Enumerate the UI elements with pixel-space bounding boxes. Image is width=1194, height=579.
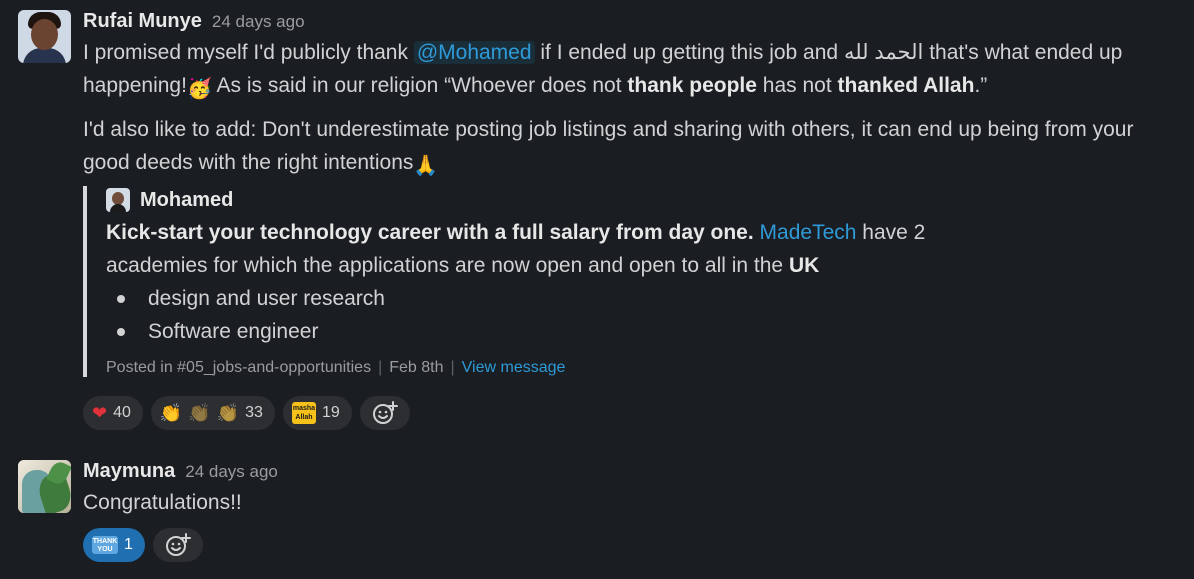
message-body: Maymuna 24 days ago Congratulations!! TH… [83, 460, 1174, 562]
bold-text: UK [788, 254, 820, 277]
text-segment: I'd also like to add: Don't underestimat… [83, 118, 1134, 174]
bold-text: Kick-start your technology career with a… [106, 221, 754, 244]
avatar[interactable] [106, 188, 130, 212]
message-header: Rufai Munye 24 days ago [83, 10, 1174, 36]
clapping-hands-emoji: 👏 [216, 403, 240, 423]
reaction-count: 33 [245, 404, 263, 421]
view-message-link[interactable]: View message [462, 359, 566, 376]
message-text-2: I'd also like to add: Don't underestimat… [83, 113, 1174, 179]
text-segment: As is said in our religion “Whoever does… [216, 74, 622, 97]
text-segment: if I ended up getting this job and [540, 41, 839, 64]
clapping-hands-emoji: 👏 [159, 403, 183, 423]
author-name[interactable]: Maymuna [83, 460, 175, 483]
message-maymuna: Maymuna 24 days ago Congratulations!! TH… [18, 460, 1174, 562]
message-body: Rufai Munye 24 days ago I promised mysel… [83, 10, 1174, 430]
avatar[interactable] [18, 10, 71, 63]
divider: | [450, 359, 455, 376]
message-header: Maymuna 24 days ago [83, 460, 1174, 486]
author-name[interactable]: Rufai Munye [83, 10, 202, 33]
shared-author-name[interactable]: Mohamed [140, 189, 233, 212]
reactions-bar: ❤ 40 👏 👏 👏 33 masha Allah 19 [83, 396, 1174, 430]
message-rufai: Rufai Munye 24 days ago I promised mysel… [18, 10, 1174, 430]
bold-text: thanked Allah [837, 74, 975, 97]
message-text: Congratulations!! [83, 491, 242, 514]
text-segment: has not [762, 74, 832, 97]
add-emoji-icon [165, 533, 191, 556]
text-segment: .” [974, 74, 988, 97]
avatar[interactable] [18, 460, 71, 513]
bold-text: thank people [627, 74, 757, 97]
clapping-hands-emoji: 👏 [188, 403, 211, 423]
heart-emoji: ❤ [92, 403, 108, 423]
add-reaction-button[interactable] [152, 528, 203, 562]
reaction-count: 40 [113, 404, 131, 421]
reaction-masha-allah[interactable]: masha Allah 19 [282, 396, 352, 430]
shared-message-meta: Posted in #05_jobs-and-opportunities | Feb… [106, 359, 1174, 377]
reaction-count: 1 [124, 536, 133, 553]
user-mention[interactable]: @Mohamed [413, 41, 535, 64]
message-text: I promised myself I'd publicly thank @Mo… [83, 36, 1174, 102]
folded-hands-emoji: 🙏 [413, 155, 439, 177]
list-item: design and user research [106, 282, 1174, 315]
shared-message-text: Kick-start your technology career with a… [106, 216, 956, 282]
partying-face-emoji: 🥳 [186, 78, 212, 100]
posted-in-channel[interactable]: Posted in #05_jobs-and-opportunities [106, 359, 371, 376]
bullet-list: design and user research Software engine… [106, 282, 1174, 348]
divider: | [378, 359, 383, 376]
shared-message[interactable]: Mohamed Kick-start your technology caree… [83, 186, 1174, 377]
arabic-text: الحمد لله [843, 41, 924, 64]
add-emoji-icon [372, 401, 398, 424]
reaction-clap[interactable]: 👏 👏 👏 33 [150, 396, 275, 430]
masha-allah-emoji: masha Allah [291, 402, 316, 424]
shared-message-header: Mohamed [106, 186, 1174, 214]
timestamp[interactable]: 24 days ago [185, 462, 278, 482]
reaction-heart[interactable]: ❤ 40 [83, 396, 143, 430]
add-reaction-button[interactable] [359, 396, 410, 430]
timestamp[interactable]: 24 days ago [212, 12, 305, 32]
thank-you-emoji: THANK YOU [92, 536, 118, 554]
madetech-link[interactable]: MadeTech [760, 221, 857, 244]
shared-date[interactable]: Feb 8th [389, 359, 443, 376]
reaction-count: 19 [321, 404, 340, 421]
text-segment: I promised myself I'd publicly thank [83, 41, 408, 64]
list-item: Software engineer [106, 315, 1174, 348]
reaction-thank-you[interactable]: THANK YOU 1 [83, 528, 145, 562]
reactions-bar: THANK YOU 1 [83, 528, 1174, 562]
